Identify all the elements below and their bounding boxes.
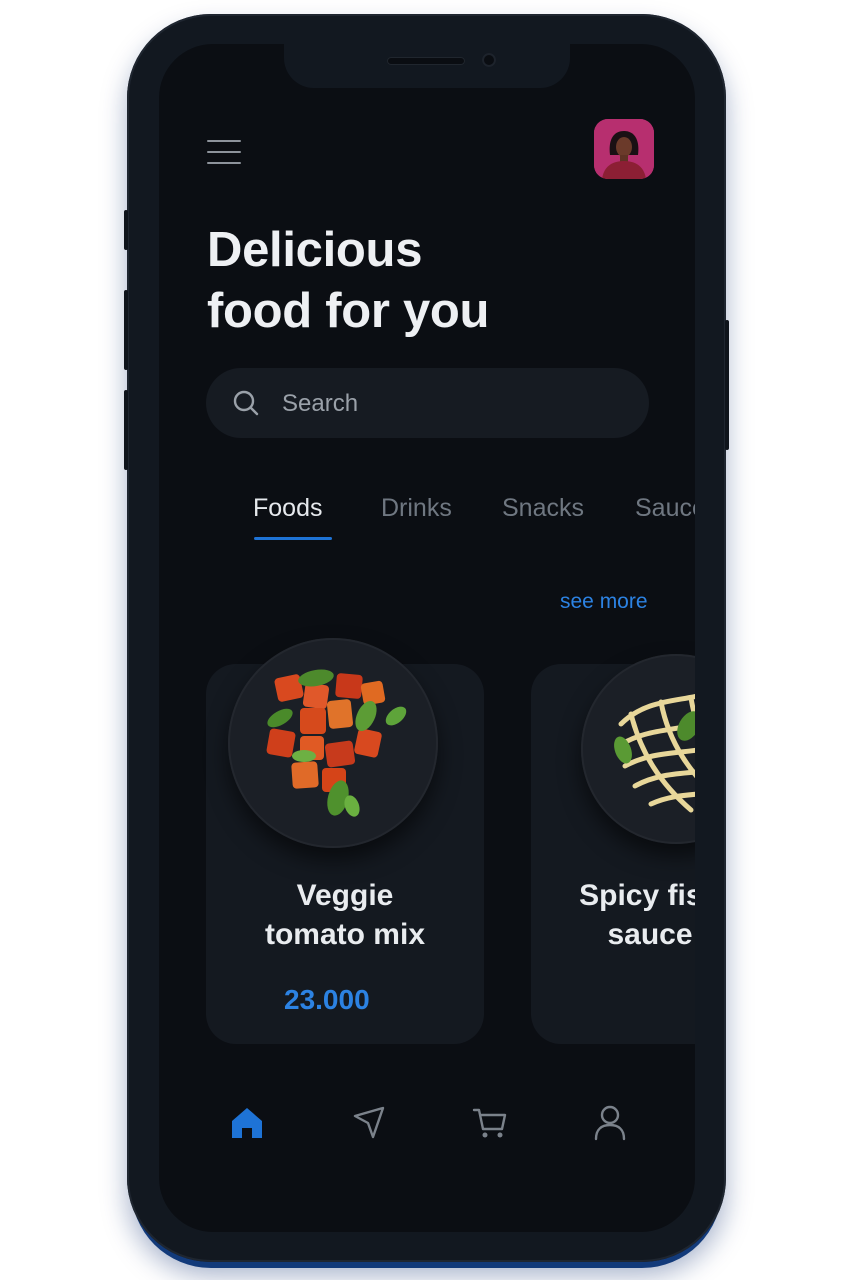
- veggie-tomato-dish-icon: [266, 669, 407, 817]
- active-tab-indicator: [254, 537, 332, 540]
- product-card[interactable]: Veggie tomato mix 23.000: [206, 638, 484, 1044]
- nav-cart[interactable]: [470, 1102, 510, 1142]
- avatar[interactable]: [594, 119, 654, 179]
- tab-snacks[interactable]: Snacks: [502, 494, 584, 523]
- app-screen: Delicious food for you Foods Drinks Snac…: [159, 44, 695, 1232]
- product-name-line2: sauce: [607, 918, 693, 951]
- home-icon: [232, 1108, 262, 1138]
- menu-line: [207, 162, 241, 164]
- product-name: Veggie tomato mix: [206, 876, 484, 954]
- product-name-line2: tomato mix: [264, 918, 426, 951]
- front-camera: [482, 53, 496, 67]
- tab-foods[interactable]: Foods: [253, 494, 322, 523]
- product-image: [228, 638, 438, 848]
- page-title-line2: food for you: [207, 284, 490, 338]
- tab-drinks[interactable]: Drinks: [381, 494, 452, 523]
- product-name-line1: Spicy fish: [579, 879, 695, 912]
- cart-icon: [472, 1108, 507, 1138]
- menu-icon[interactable]: [207, 140, 241, 166]
- product-name-line1: Veggie: [296, 879, 394, 912]
- pasta-dish-icon: [614, 693, 695, 813]
- profile-icon: [594, 1105, 626, 1141]
- avatar-portrait-icon: [594, 119, 654, 179]
- nav-profile[interactable]: [590, 1102, 630, 1142]
- nav-home[interactable]: [227, 1102, 267, 1142]
- product-image: [581, 654, 695, 844]
- send-icon: [353, 1106, 385, 1139]
- tab-sauce[interactable]: Sauce: [635, 494, 695, 523]
- product-name: Spicy fish sauce: [511, 876, 695, 954]
- speaker-grille: [387, 57, 465, 65]
- menu-line: [207, 140, 241, 142]
- menu-line: [207, 151, 241, 153]
- search-bar[interactable]: [206, 368, 649, 440]
- nav-send[interactable]: [349, 1102, 389, 1142]
- phone-power-button: [725, 320, 729, 450]
- phone-volume-down-button: [124, 390, 128, 470]
- phone-volume-up-button: [124, 290, 128, 370]
- phone-notch: [284, 44, 570, 88]
- see-more-link[interactable]: see more: [560, 590, 648, 614]
- page-title-line1: Delicious: [207, 223, 423, 277]
- page-title: Delicious food for you: [207, 220, 489, 342]
- search-icon: [233, 390, 259, 416]
- category-tabs: Foods Drinks Snacks Sauce: [159, 494, 695, 554]
- product-price: 23.000: [284, 984, 370, 1015]
- search-input[interactable]: [280, 368, 624, 440]
- product-card[interactable]: Spicy fish sauce: [531, 654, 695, 1044]
- phone-mute-button: [124, 210, 128, 250]
